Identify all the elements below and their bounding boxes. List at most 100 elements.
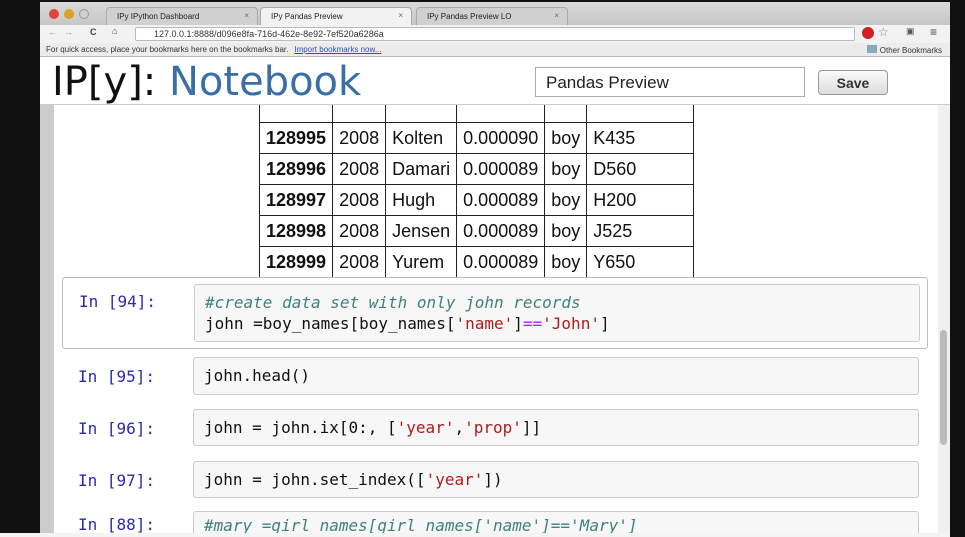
cell: 2008 [332, 246, 387, 278]
cell: 128999 [258, 246, 334, 278]
other-bookmarks[interactable]: Other Bookmarks [866, 45, 942, 55]
cell: Y650 [586, 246, 695, 278]
cell-prompt: In [96]: [78, 419, 156, 438]
tab-pandas-preview[interactable]: IPy Pandas Preview × [260, 7, 412, 25]
code-cell-95[interactable]: In [95]: john.head() [62, 357, 928, 395]
code: , [454, 418, 465, 437]
cell: Hugh [385, 184, 458, 216]
cell: 0.000090 [456, 122, 546, 154]
adblock-icon[interactable] [862, 27, 874, 39]
close-window-button[interactable] [49, 9, 59, 19]
cell: 128996 [258, 153, 334, 185]
tab-bar: IPy IPython Dashboard × IPy Pandas Previe… [40, 2, 950, 25]
cell-input[interactable]: john = john.ix[0:, ['year','prop']] [193, 409, 919, 446]
cell: 0.000089 [456, 246, 546, 278]
tab-label: IPy IPython Dashboard [117, 12, 200, 21]
cell-prompt: In [88]: [78, 515, 156, 534]
code-cell-94[interactable]: In [94]: #create data set with only john… [62, 277, 928, 349]
code-string: 'John' [542, 314, 600, 333]
cell: 0.000089 [456, 215, 546, 247]
cell: Kolten [385, 122, 458, 154]
cell: Yurem [385, 246, 458, 278]
cell: 2008 [332, 153, 387, 185]
menu-icon[interactable]: ≡ [930, 25, 937, 39]
tab-pandas-preview-lo[interactable]: IPy Pandas Preview LO × [416, 7, 568, 25]
tab-label: IPy Pandas Preview [271, 12, 343, 21]
code-comment: #create data set with only john records [205, 293, 581, 312]
browser-window: IPy IPython Dashboard × IPy Pandas Previe… [40, 2, 950, 537]
minimize-window-button[interactable] [64, 9, 74, 19]
code-string: 'year' [396, 418, 455, 437]
url-input[interactable]: 127.0.0.1:8888/d096e8fa-716d-462e-8e92-7… [135, 27, 855, 41]
notebook-name-field[interactable]: Pandas Preview [535, 67, 805, 97]
cell: boy [544, 184, 588, 216]
logo-prefix: IP[y]: [52, 59, 157, 105]
extension-icon[interactable]: ▣ [906, 26, 915, 37]
code-cell-97[interactable]: In [97]: john = john.set_index(['year']) [62, 461, 928, 499]
code-string: 'prop' [464, 418, 522, 437]
cell: 128995 [258, 122, 334, 154]
table-row: 128995 2008 Kolten 0.000090 boy K435 [258, 122, 695, 154]
scrollbar-thumb[interactable] [940, 330, 947, 445]
zoom-window-button[interactable] [79, 9, 89, 19]
code-operator: == [522, 314, 543, 333]
code: john = john.set_index([ [204, 470, 426, 489]
cell-input[interactable]: john = john.set_index(['year']) [193, 461, 919, 498]
cell-prompt: In [94]: [79, 292, 157, 311]
folder-icon [866, 45, 877, 53]
notebook-header: IP[y]: Notebook Pandas Preview Save [40, 57, 950, 105]
cell: D560 [586, 153, 695, 185]
cell: 0.000089 [456, 153, 546, 185]
cell: 128998 [258, 215, 334, 247]
code: john = john.ix[0:, [ [204, 418, 397, 437]
cell-prompt: In [97]: [78, 471, 156, 490]
import-bookmarks-link[interactable]: Import bookmarks now... [294, 45, 381, 54]
tab-label: IPy Pandas Preview LO [427, 12, 512, 21]
bookmarks-bar: For quick access, place your bookmarks h… [40, 43, 950, 57]
table-row: 128998 2008 Jensen 0.000089 boy J525 [258, 215, 695, 247]
table-row: 128999 2008 Yurem 0.000089 boy Y650 [258, 246, 695, 278]
cell: 2008 [332, 184, 387, 216]
cell: Jensen [385, 215, 458, 247]
ipython-logo: IP[y]: Notebook [52, 59, 361, 105]
home-icon[interactable]: ⌂ [112, 26, 117, 36]
code: ]) [483, 470, 503, 489]
cell: 2008 [332, 122, 387, 154]
bookmarks-hint: For quick access, place your bookmarks h… [46, 45, 289, 54]
table-row: 128997 2008 Hugh 0.000089 boy H200 [258, 184, 695, 216]
star-icon[interactable]: ☆ [878, 25, 889, 39]
notebook-content: 128995 2008 Kolten 0.000090 boy K435 128996 20… [54, 105, 938, 537]
table-row: 128996 2008 Damari 0.000089 boy D560 [258, 153, 695, 185]
save-button[interactable]: Save [818, 70, 888, 95]
cell: Damari [385, 153, 458, 185]
bottom-bar [0, 533, 950, 537]
dataframe-output: 128995 2008 Kolten 0.000090 boy K435 128996 20… [258, 105, 695, 278]
logo-suffix: Notebook [169, 59, 362, 105]
address-bar: ← → C ⌂ 127.0.0.1:8888/d096e8fa-716d-462… [40, 25, 950, 43]
code: ]] [521, 418, 542, 437]
scrollbar[interactable] [938, 105, 950, 537]
cell: 2008 [332, 215, 387, 247]
code: ] [513, 314, 523, 333]
cell-input[interactable]: john.head() [193, 357, 919, 395]
back-icon[interactable]: ← [48, 27, 57, 37]
tab-dashboard[interactable]: IPy IPython Dashboard × [106, 7, 258, 25]
forward-icon[interactable]: → [64, 27, 73, 37]
close-tab-icon[interactable]: × [398, 11, 403, 20]
close-tab-icon[interactable]: × [244, 11, 249, 20]
cell: J525 [586, 215, 695, 247]
cell: boy [544, 153, 588, 185]
code-cell-96[interactable]: In [96]: john = john.ix[0:, ['year','pro… [62, 409, 928, 447]
cell: 128997 [258, 184, 334, 216]
code: john =boy_names[boy_names[ [205, 314, 456, 333]
left-gutter [40, 105, 54, 537]
cell-prompt: In [95]: [78, 367, 156, 386]
table-row [258, 105, 695, 123]
cell: H200 [586, 184, 695, 216]
reload-icon[interactable]: C [90, 27, 97, 37]
other-bookmarks-label: Other Bookmarks [879, 46, 942, 55]
code-string: 'year' [425, 470, 484, 489]
close-tab-icon[interactable]: × [554, 11, 559, 20]
cell: boy [544, 246, 588, 278]
cell-input[interactable]: #create data set with only john records … [194, 284, 920, 342]
